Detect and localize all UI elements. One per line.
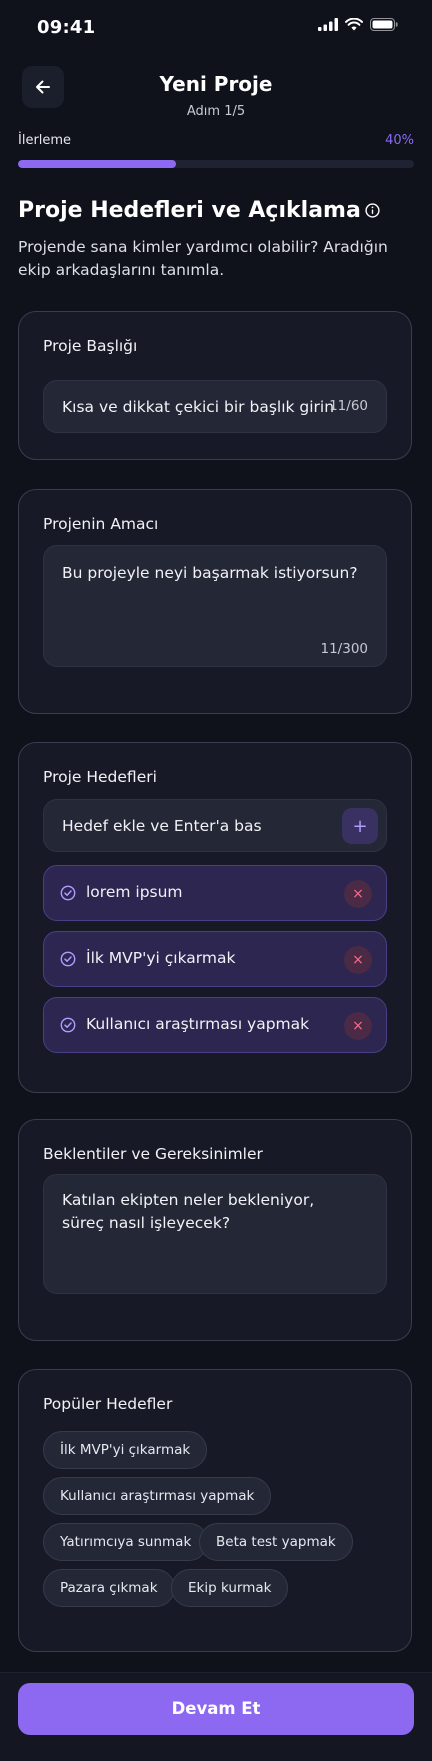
project-goals-card: Proje Hedefleri Hedef ekle ve Enter'a ba… — [18, 742, 412, 1093]
remove-goal-button[interactable]: × — [344, 880, 372, 908]
project-purpose-counter: 11/300 — [320, 641, 369, 657]
popular-goal-chip[interactable]: İlk MVP'yi çıkarmak — [43, 1431, 208, 1469]
project-title-placeholder: Kısa ve dikkat çekici bir başlık girin — [62, 398, 335, 416]
wifi-icon — [345, 18, 363, 31]
remove-goal-button[interactable]: × — [344, 1012, 372, 1040]
expectations-placeholder: Katılan ekipten neler bekleniyor, süreç … — [62, 1191, 315, 1232]
expectations-card: Beklentiler ve Gereksinimler Katılan eki… — [18, 1119, 412, 1341]
goal-input-placeholder: Hedef ekle ve Enter'a bas — [62, 817, 262, 835]
popular-goal-chip[interactable]: Beta test yapmak — [199, 1523, 353, 1561]
plus-icon: + — [352, 815, 368, 837]
expectations-textarea[interactable]: Katılan ekipten neler bekleniyor, süreç … — [43, 1174, 387, 1294]
section-title-text: Proje Hedefleri ve Açıklama — [18, 198, 361, 223]
signal-icon — [318, 18, 338, 31]
status-bar: 09:41 — [0, 0, 432, 56]
status-icons — [318, 18, 398, 31]
popular-goal-chip[interactable]: Pazara çıkmak — [43, 1569, 175, 1607]
project-purpose-label: Projenin Amacı — [43, 515, 159, 533]
popular-goals-card: Popüler Hedefler İlk MVP'yi çıkarmak Kul… — [18, 1369, 412, 1652]
progress-bar — [18, 160, 414, 168]
close-icon: × — [352, 952, 364, 968]
popular-goal-chip[interactable]: Kullanıcı araştırması yapmak — [43, 1477, 272, 1515]
project-purpose-placeholder: Bu projeyle neyi başarmak istiyorsun? — [62, 564, 358, 582]
step-indicator: Adım 1/5 — [186, 104, 246, 119]
section-title: Proje Hedefleri ve Açıklama — [18, 198, 380, 223]
project-title-input[interactable]: Kısa ve dikkat çekici bir başlık girin 1… — [43, 380, 387, 433]
project-title-counter: 11/60 — [329, 398, 368, 414]
status-time: 09:41 — [37, 17, 96, 38]
add-goal-button[interactable]: + — [342, 808, 378, 844]
close-icon: × — [352, 1018, 364, 1034]
info-icon[interactable] — [365, 203, 380, 218]
progress-label: İlerleme — [18, 133, 72, 148]
remove-goal-button[interactable]: × — [344, 946, 372, 974]
footer: Devam Et — [0, 1672, 432, 1761]
goal-item-text: Kullanıcı araştırması yapmak — [86, 1015, 310, 1033]
check-circle-icon — [60, 951, 76, 967]
goal-item: Kullanıcı araştırması yapmak × — [43, 997, 387, 1053]
check-circle-icon — [60, 885, 76, 901]
progress-percent: 40% — [385, 133, 414, 148]
goal-item-text: lorem ipsum — [86, 883, 183, 901]
header: Yeni Proje Adım 1/5 — [0, 64, 432, 126]
popular-goals-label: Popüler Hedefler — [43, 1395, 173, 1413]
goal-item-text: İlk MVP'yi çıkarmak — [86, 949, 236, 967]
project-title-label: Proje Başlığı — [43, 337, 138, 355]
project-title-card: Proje Başlığı Kısa ve dikkat çekici bir … — [18, 311, 412, 460]
check-circle-icon — [60, 1017, 76, 1033]
goal-input[interactable]: Hedef ekle ve Enter'a bas + — [43, 799, 387, 852]
project-purpose-card: Projenin Amacı Bu projeyle neyi başarmak… — [18, 489, 412, 714]
popular-goal-chip[interactable]: Ekip kurmak — [171, 1569, 289, 1607]
popular-goal-chip[interactable]: Yatırımcıya sunmak — [43, 1523, 209, 1561]
page-title: Yeni Proje — [159, 72, 273, 96]
goal-item: lorem ipsum × — [43, 865, 387, 921]
continue-button[interactable]: Devam Et — [18, 1683, 414, 1735]
close-icon: × — [352, 886, 364, 902]
battery-icon — [370, 18, 398, 31]
project-goals-label: Proje Hedefleri — [43, 768, 157, 786]
project-purpose-textarea[interactable]: Bu projeyle neyi başarmak istiyorsun? 11… — [43, 545, 387, 667]
section-description: Projende sana kimler yardımcı olabilir? … — [18, 238, 388, 279]
progress-fill — [18, 160, 177, 168]
expectations-label: Beklentiler ve Gereksinimler — [43, 1145, 263, 1163]
goal-item: İlk MVP'yi çıkarmak × — [43, 931, 387, 987]
